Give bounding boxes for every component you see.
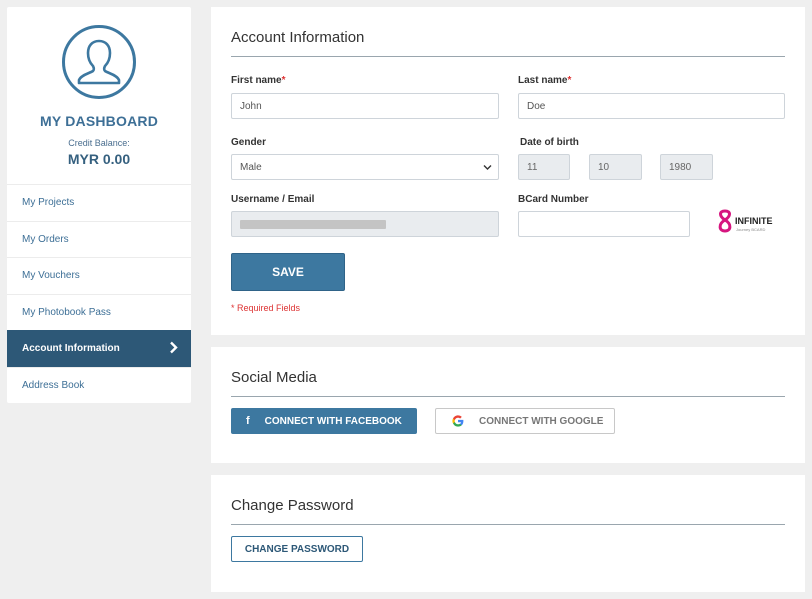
credit-balance-value: MYR 0.00 <box>67 151 131 167</box>
change-password-button[interactable]: CHANGE PASSWORD <box>231 536 363 562</box>
sidebar-item-label: My Vouchers <box>22 270 80 282</box>
redacted-value <box>240 219 386 229</box>
account-information-panel: Account Information First name* John Las… <box>211 7 805 335</box>
google-icon <box>452 415 464 427</box>
required-fields-note: * Required Fields <box>231 303 301 313</box>
user-avatar-icon <box>62 25 136 99</box>
chevron-down-icon <box>483 163 492 174</box>
sidebar-item-my-orders[interactable]: My Orders <box>7 220 191 258</box>
dob-year-field: 1980 <box>660 154 713 180</box>
facebook-icon: f <box>246 415 250 427</box>
sidebar-item-label: My Orders <box>22 233 69 245</box>
change-password-panel: Change Password CHANGE PASSWORD <box>211 475 805 592</box>
dob-month-field: 10 <box>589 154 642 180</box>
first-name-input[interactable]: John <box>231 93 499 119</box>
infinite-bcard-logo: INFINITE Journey BCARD <box>717 209 773 233</box>
connect-facebook-button[interactable]: f CONNECT WITH FACEBOOK <box>231 408 417 434</box>
sidebar-item-my-vouchers[interactable]: My Vouchers <box>7 257 191 294</box>
gender-label: Gender <box>231 137 267 148</box>
sidebar-item-label: Account Information <box>22 342 120 354</box>
bcard-number-input[interactable] <box>518 211 690 237</box>
social-media-panel: Social Media f CONNECT WITH FACEBOOK CON… <box>211 347 805 463</box>
connect-google-label: CONNECT WITH GOOGLE <box>479 415 604 427</box>
change-password-title: Change Password <box>231 497 354 514</box>
profile-block: MY DASHBOARD Credit Balance: MYR 0.00 <box>7 7 191 184</box>
connect-facebook-label: CONNECT WITH FACEBOOK <box>264 415 402 427</box>
credit-balance-label: Credit Balance: <box>68 138 130 148</box>
date-of-birth-label: Date of birth <box>520 137 579 148</box>
sidebar-item-label: Address Book <box>22 379 85 391</box>
bcard-number-label: BCard Number <box>518 194 589 205</box>
gender-selected-value: Male <box>240 161 262 173</box>
gender-select[interactable]: Male <box>231 154 499 180</box>
infinite-logo-icon <box>718 209 732 233</box>
chevron-right-icon <box>169 341 178 357</box>
social-media-title: Social Media <box>231 369 317 386</box>
first-name-label: First name* <box>231 75 286 86</box>
sidebar-item-address-book[interactable]: Address Book <box>7 366 191 404</box>
sidebar-item-label: My Projects <box>22 197 75 209</box>
username-email-label: Username / Email <box>231 194 315 205</box>
infinite-brand-subtitle: Journey BCARD <box>736 227 766 232</box>
connect-google-button[interactable]: CONNECT WITH GOOGLE <box>435 408 615 434</box>
username-email-field <box>231 211 499 237</box>
save-button[interactable]: SAVE <box>231 253 345 291</box>
infinite-brand-name: INFINITE <box>735 216 773 226</box>
account-information-title: Account Information <box>231 29 365 46</box>
dashboard-title: MY DASHBOARD <box>39 113 159 129</box>
section-divider <box>231 56 785 57</box>
last-name-input[interactable]: Doe <box>518 93 785 119</box>
section-divider <box>231 396 785 397</box>
sidebar-item-my-projects[interactable]: My Projects <box>7 184 191 221</box>
last-name-label: Last name* <box>518 75 572 86</box>
dob-day-field: 11 <box>518 154 570 180</box>
sidebar-item-account-information[interactable]: Account Information <box>7 330 191 367</box>
section-divider <box>231 524 785 525</box>
sidebar-item-my-photobook-pass[interactable]: My Photobook Pass <box>7 293 191 331</box>
sidebar: MY DASHBOARD Credit Balance: MYR 0.00 My… <box>7 7 191 403</box>
sidebar-item-label: My Photobook Pass <box>22 306 111 318</box>
